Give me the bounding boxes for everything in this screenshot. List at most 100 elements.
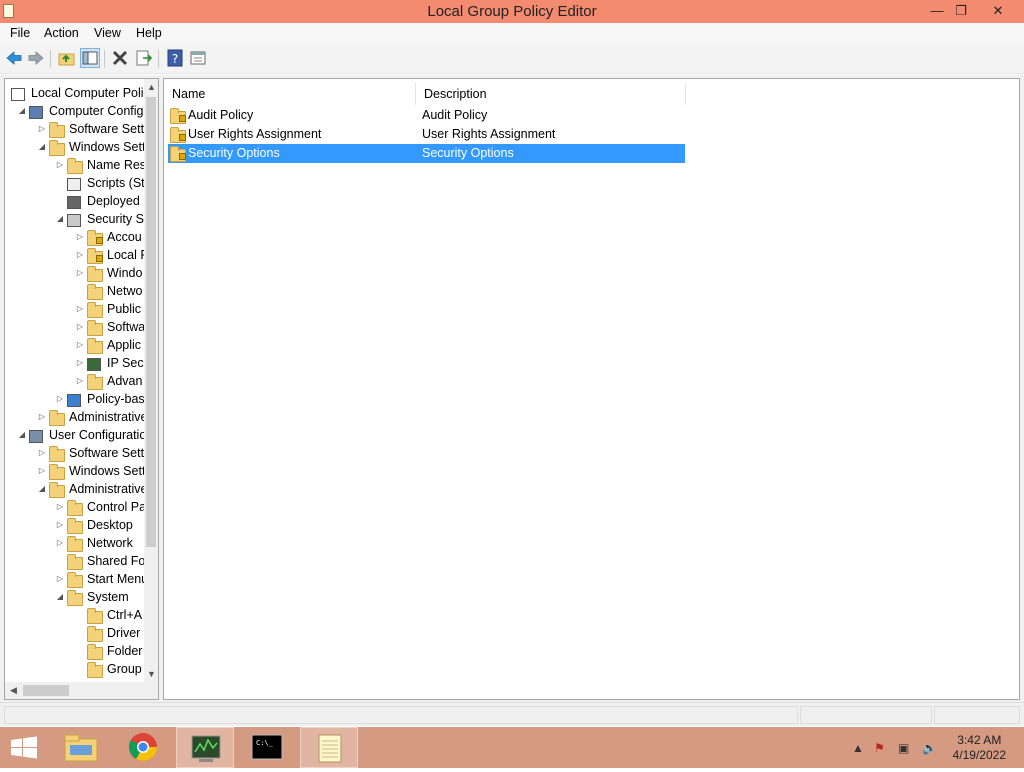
tree-item[interactable]: ▷ Software Setti [5,444,147,462]
expand-arrow-icon[interactable]: ▷ [75,376,85,386]
tree-pane[interactable]: Local Computer Polic ◢ Computer Config ▷ Sof… [4,78,159,700]
expand-arrow-icon[interactable]: ▷ [55,502,65,512]
expand-arrow-icon[interactable]: ▷ [75,322,85,332]
tree-item[interactable]: ▷ Administrative [5,408,148,426]
scroll-down-icon[interactable]: ▼ [147,669,156,679]
tree-item[interactable]: Driver [5,624,145,642]
file-explorer-icon[interactable] [52,727,110,768]
tree-item[interactable]: ◢ Windows Sett [5,138,145,156]
tree-item[interactable]: ◢ System [5,588,145,606]
tree-item[interactable]: ▷ Local P [5,246,149,264]
folder-icon [87,266,103,282]
tree-item[interactable]: ◢ Administrative [5,480,148,498]
help-icon[interactable]: ? [165,48,185,68]
expand-arrow-icon[interactable]: ▷ [75,358,85,368]
expand-arrow-icon[interactable]: ▷ [75,232,85,242]
tree-item[interactable]: ▷ Windows Sett [5,462,145,480]
menu-view[interactable]: View [94,26,121,40]
tree-item[interactable]: ▷ Public [5,300,145,318]
export-list-icon[interactable] [134,48,154,68]
list-item[interactable]: User Rights Assignment User Rights Assign… [168,125,685,144]
tree-item[interactable]: Group [5,660,145,678]
menu-action[interactable]: Action [44,26,79,40]
forward-arrow-icon[interactable] [26,48,46,68]
scroll-left-icon[interactable]: ◀ [10,685,17,696]
collapse-arrow-icon[interactable]: ◢ [37,142,47,152]
clock[interactable]: 3:42 AM 4/19/2022 [953,733,1006,763]
tree-item[interactable]: Deployed [5,192,145,210]
collapse-arrow-icon[interactable]: ◢ [55,592,65,602]
network-icon[interactable]: ▣ [898,741,909,755]
restore-button[interactable]: ❐ [946,0,976,22]
tree-horizontal-scrollbar[interactable]: ◀ [5,682,158,699]
action-center-flag-icon[interactable]: ⚑ [874,741,885,755]
list-item[interactable]: Audit Policy Audit Policy [168,106,685,125]
delete-icon[interactable] [110,48,130,68]
tree-item[interactable]: ▷ Accou [5,228,145,246]
up-folder-icon[interactable] [57,48,77,68]
menu-file[interactable]: File [10,26,30,40]
column-header-name[interactable]: Name [164,83,416,105]
collapse-arrow-icon[interactable]: ◢ [37,484,47,494]
tree-item[interactable]: ▷ Software Setti [5,120,147,138]
tree-item[interactable]: Netwo [5,282,145,300]
tree-vertical-scrollbar[interactable]: ▲ ▼ [144,79,158,683]
tree-item-label: Software Setti [69,446,147,460]
list-item[interactable]: Security Options Security Options [168,144,685,163]
volume-muted-icon[interactable]: 🔈 [922,741,937,755]
collapse-arrow-icon[interactable]: ◢ [17,430,27,440]
tree-vertical-scroll-thumb[interactable] [146,97,156,547]
tree-item[interactable]: ▷ Advan [5,372,145,390]
tree-item[interactable]: ◢ Security Se [5,210,151,228]
expand-arrow-icon[interactable]: ▷ [55,160,65,170]
tree-item[interactable]: ▷ IP Secu [5,354,151,372]
back-arrow-icon[interactable] [4,48,24,68]
tree-item[interactable]: Scripts (Sta [5,174,152,192]
tree-item[interactable]: ◢ Computer Config [5,102,145,120]
expand-arrow-icon[interactable]: ▷ [37,448,47,458]
tree-item[interactable]: Shared Fol [5,552,148,570]
show-hidden-icons-icon[interactable]: ▲ [852,741,864,755]
expand-arrow-icon[interactable]: ▷ [55,520,65,530]
start-icon[interactable] [0,727,48,768]
expand-arrow-icon[interactable]: ▷ [55,538,65,548]
tree-item[interactable]: Folder [5,642,145,660]
collapse-arrow-icon[interactable]: ◢ [17,106,27,116]
tree-item[interactable]: ▷ Control Pa [5,498,146,516]
expand-arrow-icon[interactable]: ▷ [37,124,47,134]
properties-icon[interactable] [188,48,208,68]
notepad-icon[interactable] [300,727,358,768]
tree-horizontal-scroll-thumb[interactable] [23,685,69,696]
folder-icon [87,338,103,354]
expand-arrow-icon[interactable]: ▷ [55,574,65,584]
expand-arrow-icon[interactable]: ▷ [37,466,47,476]
expand-arrow-icon[interactable]: ▷ [75,250,85,260]
expand-arrow-icon[interactable]: ▷ [75,304,85,314]
menu-help[interactable]: Help [136,26,162,40]
close-button[interactable]: ✕ [983,0,1013,22]
expand-arrow-icon[interactable]: ▷ [75,268,85,278]
tree-item[interactable]: ▷ Applic [5,336,145,354]
collapse-arrow-icon[interactable]: ◢ [55,214,65,224]
column-header-description[interactable]: Description [416,83,686,105]
chrome-icon[interactable] [114,727,172,768]
tree-item[interactable]: ▷ Network [5,534,145,552]
expand-arrow-icon[interactable]: ▷ [55,394,65,404]
show-hide-tree-icon[interactable] [80,48,100,68]
tree-item[interactable]: ▷ Softwa [5,318,145,336]
expand-arrow-icon[interactable]: ▷ [37,412,47,422]
tree-item[interactable]: ▷ Windo [5,264,145,282]
tree-item[interactable]: ▷ Desktop [5,516,145,534]
tree-item[interactable]: ▷ Name Res [5,156,146,174]
folder-icon [49,446,65,462]
expand-arrow-icon[interactable]: ▷ [75,340,85,350]
details-pane[interactable]: Name Description Audit Policy Audit Polic… [163,78,1020,700]
task-manager-icon[interactable] [176,727,234,768]
command-prompt-icon[interactable]: C:\_ [238,727,296,768]
tree-item[interactable]: ▷ Start Menu [5,570,148,588]
scroll-up-icon[interactable]: ▲ [147,82,156,92]
tree-item[interactable]: ◢ User Configuratio [5,426,146,444]
tree-item[interactable]: Ctrl+A [5,606,145,624]
tree-item[interactable]: Local Computer Polic [5,84,150,102]
tree-item[interactable]: ▷ Policy-bas [5,390,145,408]
